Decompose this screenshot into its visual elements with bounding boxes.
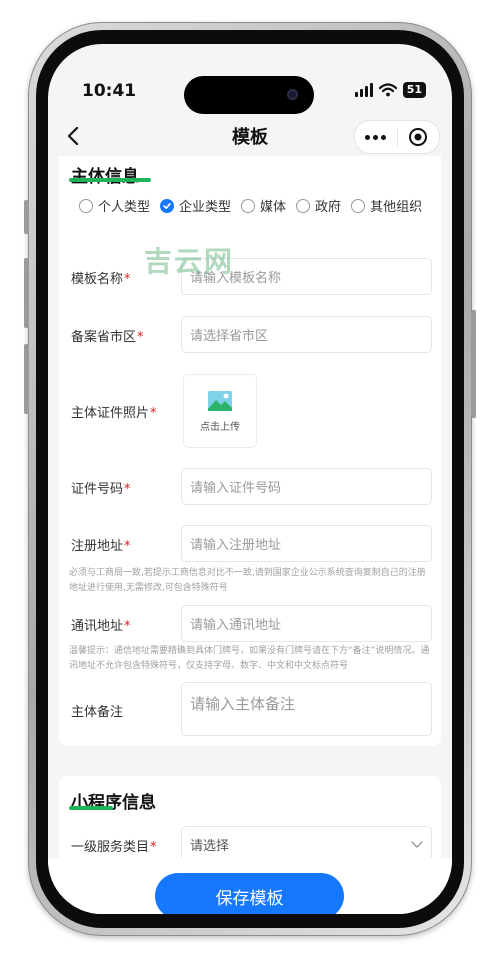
miniapp-capsule xyxy=(354,120,440,154)
province-select[interactable]: 请选择省市区 xyxy=(181,316,432,353)
id-photo-upload[interactable]: 点击上传 xyxy=(183,374,257,448)
volume-down-button xyxy=(24,344,29,414)
radio-label: 企业类型 xyxy=(179,200,232,215)
mail-address-hint: 温馨提示：通信地址需要精确到具体门牌号，如果没有门牌号请在下方“备注”说明情况。… xyxy=(69,646,430,671)
radio-other-org[interactable]: 其他组织 xyxy=(351,196,422,215)
camera-icon xyxy=(287,89,298,100)
reg-address-label: 注册地址* xyxy=(71,539,131,554)
radio-unchecked-icon xyxy=(79,198,93,213)
id-photo-label: 主体证件照片* xyxy=(71,406,157,421)
mail-address-input[interactable]: 请输入通讯地址 xyxy=(181,605,432,642)
placeholder-text: 请输入主体备注 xyxy=(190,695,296,713)
placeholder-text: 请输入通讯地址 xyxy=(190,618,282,633)
cellular-signal-icon xyxy=(354,83,373,97)
screen: 10:41 51 模板 主体信息 个人类型 企业类型 媒体 政府 其他组织 模板… xyxy=(48,44,452,914)
power-button xyxy=(471,310,476,418)
status-icons: 51 xyxy=(354,82,426,98)
id-number-input[interactable]: 请输入证件号码 xyxy=(181,468,432,505)
status-time: 10:41 xyxy=(82,81,137,101)
phone-frame: 10:41 51 模板 主体信息 个人类型 企业类型 媒体 政府 其他组织 模板… xyxy=(24,22,476,936)
mail-address-label: 通讯地址* xyxy=(71,619,131,634)
radio-label: 政府 xyxy=(315,200,342,215)
radio-unchecked-icon xyxy=(351,198,366,213)
image-upload-icon xyxy=(208,390,232,411)
placeholder-text: 请输入证件号码 xyxy=(190,481,282,496)
radio-enterprise[interactable]: 企业类型 xyxy=(160,196,231,215)
wifi-icon xyxy=(378,83,397,97)
section-underline xyxy=(69,806,113,810)
reg-address-input[interactable]: 请输入注册地址 xyxy=(181,525,432,562)
template-name-label: 模板名称* xyxy=(71,272,131,287)
placeholder-text: 请选择 xyxy=(190,839,230,854)
save-template-button[interactable]: 保存模板 xyxy=(155,873,344,914)
subject-type-radio-group: 个人类型 企业类型 媒体 政府 其他组织 xyxy=(79,196,435,215)
close-miniapp-icon[interactable] xyxy=(398,127,440,147)
radio-unchecked-icon xyxy=(296,198,311,213)
page-title: 模板 xyxy=(232,127,268,148)
radio-personal[interactable]: 个人类型 xyxy=(79,196,150,215)
id-number-label: 证件号码* xyxy=(71,482,131,497)
radio-label: 媒体 xyxy=(260,200,287,215)
section-underline xyxy=(69,178,151,182)
placeholder-text: 请输入注册地址 xyxy=(190,538,282,553)
volume-up-button xyxy=(24,258,29,328)
template-name-input[interactable]: 请输入模板名称 xyxy=(181,258,432,295)
service-category-label: 一级服务类目* xyxy=(71,840,157,855)
placeholder-text: 请选择省市区 xyxy=(190,329,269,344)
subject-info-card: 主体信息 个人类型 企业类型 媒体 政府 其他组织 模板名称* 请输入模板名称 … xyxy=(59,156,441,746)
radio-unchecked-icon xyxy=(241,198,256,213)
remark-label: 主体备注 xyxy=(71,705,124,720)
subject-section-title: 主体信息 xyxy=(71,167,139,187)
province-label: 备案省市区* xyxy=(71,330,144,345)
chevron-down-icon xyxy=(411,840,423,848)
upload-text: 点击上传 xyxy=(200,421,240,433)
placeholder-text: 请输入模板名称 xyxy=(190,271,282,286)
reg-address-hint: 必须与工商局一致,若提示工商信息对比不一致,请到国家企业公示系统查询复制自己的注… xyxy=(69,568,426,593)
more-icon[interactable] xyxy=(355,134,397,140)
back-chevron-icon[interactable] xyxy=(62,124,86,148)
radio-media[interactable]: 媒体 xyxy=(241,196,286,215)
action-button xyxy=(24,200,29,234)
radio-label: 其他组织 xyxy=(370,200,423,215)
radio-government[interactable]: 政府 xyxy=(296,196,341,215)
battery-icon: 51 xyxy=(402,82,426,98)
nav-bar: 模板 xyxy=(48,116,452,156)
radio-label: 个人类型 xyxy=(98,200,151,215)
dynamic-island xyxy=(184,76,314,114)
radio-checked-icon xyxy=(160,198,175,213)
remark-textarea[interactable]: 请输入主体备注 xyxy=(181,682,432,736)
